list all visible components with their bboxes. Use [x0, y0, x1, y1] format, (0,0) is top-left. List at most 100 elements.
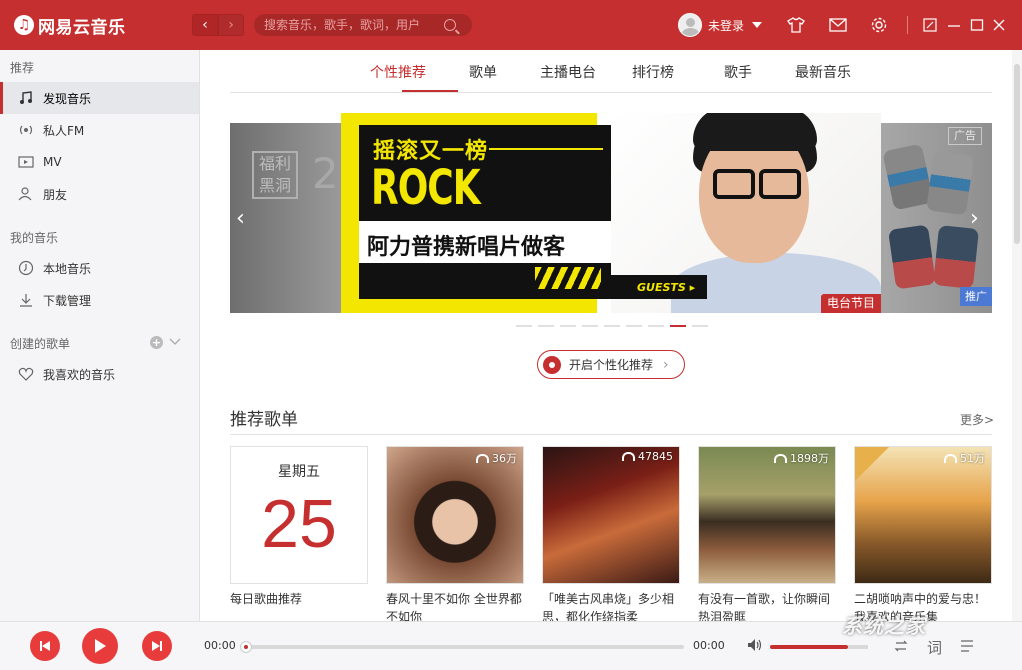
user-menu[interactable]: 未登录	[678, 13, 763, 37]
maximize-icon[interactable]	[967, 15, 987, 35]
play-count: 47845	[622, 450, 673, 463]
search-icon[interactable]	[444, 19, 456, 31]
banner-dot[interactable]	[538, 325, 554, 327]
banner-dot[interactable]	[604, 325, 620, 327]
sidebar-item-liked[interactable]: 我喜欢的音乐	[0, 358, 199, 390]
volume-track[interactable]	[848, 645, 868, 649]
banner-rule	[489, 148, 603, 150]
user-name[interactable]: 未登录	[708, 17, 744, 34]
music-note-icon	[18, 90, 34, 106]
day-number: 25	[261, 486, 337, 562]
playlist-cover[interactable]: 47845	[542, 446, 680, 584]
sidebar-item-fm[interactable]: 私人FM	[0, 114, 199, 146]
sidebar-item-discover[interactable]: 发现音乐	[0, 82, 199, 114]
sidebar-item-friends[interactable]: 朋友	[0, 178, 199, 210]
next-icon	[152, 641, 162, 651]
tab-artists[interactable]: 歌手	[724, 62, 752, 82]
banner-carousel[interactable]: 福利黑洞 2 ‹ › 广告 推广 摇滚又一榜 ROCK N'ROLL	[230, 113, 992, 313]
main-scrollbar[interactable]	[1012, 50, 1022, 621]
avatar[interactable]	[678, 13, 702, 37]
playlist-cover[interactable]: 51万	[854, 446, 992, 584]
banner-guests-label: GUESTS ▸	[611, 275, 707, 299]
minimize-icon[interactable]	[944, 15, 964, 35]
sidebar-item-local[interactable]: 本地音乐	[0, 252, 199, 284]
play-count: 36万	[476, 450, 517, 466]
progress-handle[interactable]	[240, 641, 252, 653]
playlist-card[interactable]: 47845 「唯美古风串烧」多少相思，都化作绕指柔	[542, 446, 680, 621]
chevron-right-icon: ›	[663, 356, 669, 373]
banner-dot-active[interactable]	[670, 325, 686, 327]
lyrics-button[interactable]: 词	[927, 637, 942, 658]
search-box[interactable]	[254, 14, 472, 36]
next-track-button[interactable]	[142, 631, 172, 661]
chevron-down-icon[interactable]	[752, 22, 763, 28]
download-icon	[18, 292, 34, 308]
mail-icon[interactable]	[828, 15, 848, 35]
section-title: 推荐歌单	[230, 410, 298, 430]
playlist-card[interactable]: 36万 春风十里不如你 全世界都不如你	[386, 446, 524, 621]
skin-icon[interactable]	[786, 15, 806, 35]
banner-prev-slide[interactable]: 福利黑洞 2 ‹	[230, 123, 342, 313]
watermark-text: 系统之家	[842, 614, 926, 638]
playlist-title[interactable]: 有没有一首歌，让你瞬间热泪盈眶	[698, 590, 836, 621]
tab-new-music[interactable]: 最新音乐	[795, 62, 851, 82]
close-icon[interactable]	[989, 15, 1009, 35]
chevron-down-icon[interactable]	[169, 335, 181, 349]
more-link[interactable]: 更多>	[960, 411, 994, 428]
sidebar-item-label: 发现音乐	[43, 91, 92, 106]
tab-radio[interactable]: 主播电台	[540, 62, 596, 82]
gear-icon[interactable]	[869, 15, 889, 35]
current-time: 00:00	[204, 639, 236, 652]
tab-personal[interactable]: 个性推荐	[370, 62, 426, 82]
banner-next-slide[interactable]: ›	[880, 123, 992, 313]
chevron-left-icon[interactable]: ‹	[236, 206, 245, 231]
playlist-card[interactable]: 1898万 有没有一首歌，让你瞬间热泪盈眶	[698, 446, 836, 621]
add-playlist-icon[interactable]: +	[150, 335, 163, 349]
sidebar-item-label: 本地音乐	[43, 261, 92, 276]
playlist-title[interactable]: 每日歌曲推荐	[230, 590, 368, 608]
play-count: 1898万	[774, 450, 829, 466]
play-count: 51万	[944, 450, 985, 466]
playlist-cover[interactable]: 36万	[386, 446, 524, 584]
banner-dot[interactable]	[560, 325, 576, 327]
promo-badge: 推广	[960, 287, 992, 306]
volume-icon[interactable]	[747, 638, 763, 655]
playlist-card[interactable]: 51万 二胡唢呐声中的爱与忠！我喜欢的音乐集	[854, 446, 992, 621]
app-logo[interactable]: ♫ 网易云音乐	[14, 13, 190, 38]
forward-button[interactable]: ›	[218, 14, 244, 36]
volume-slider[interactable]	[770, 645, 848, 649]
banner-dot[interactable]	[648, 325, 664, 327]
playlist-icon[interactable]	[960, 639, 978, 656]
playlist-cover[interactable]: 1898万	[698, 446, 836, 584]
tab-charts[interactable]: 排行榜	[632, 62, 674, 82]
local-music-icon	[18, 260, 34, 276]
play-button[interactable]	[82, 628, 118, 664]
mini-mode-icon[interactable]	[920, 15, 940, 35]
sidebar-item-download[interactable]: 下载管理	[0, 284, 199, 316]
chevron-right-icon[interactable]: ›	[970, 206, 979, 231]
daily-calendar[interactable]: 星期五 25	[230, 446, 368, 584]
banner-main-slide[interactable]: 摇滚又一榜 ROCK N'ROLL 阿力普携新唱片做客 GUESTS ▸ 电台节…	[341, 113, 881, 313]
loop-icon[interactable]	[893, 639, 909, 656]
scrollbar-thumb[interactable]	[1014, 64, 1020, 244]
previous-track-button[interactable]	[30, 631, 60, 661]
banner-dot[interactable]	[582, 325, 598, 327]
banner-dot[interactable]	[692, 325, 708, 327]
sidebar-item-mv[interactable]: MV	[0, 146, 199, 178]
main-content: 个性推荐 歌单 主播电台 排行榜 歌手 最新音乐 福利黑洞 2 ‹ › 广告 推…	[200, 50, 1012, 621]
enable-personalization-button[interactable]: 开启个性化推荐 ›	[537, 350, 685, 379]
sidebar-item-label: 朋友	[43, 187, 68, 202]
banner-dot[interactable]	[516, 325, 532, 327]
record-icon	[543, 355, 561, 374]
search-input[interactable]	[264, 18, 444, 32]
divider	[907, 16, 908, 34]
banner-dot[interactable]	[626, 325, 642, 327]
banner-ghost-text: 福利黑洞	[252, 151, 298, 199]
playlist-title[interactable]: 春风十里不如你 全世界都不如你	[386, 590, 524, 621]
playlist-card-daily[interactable]: 星期五 25 每日歌曲推荐	[230, 446, 368, 608]
tab-playlists[interactable]: 歌单	[469, 62, 497, 82]
progress-bar[interactable]	[240, 641, 684, 653]
back-button[interactable]: ‹	[192, 14, 218, 36]
active-tab-indicator	[402, 90, 458, 92]
playlist-title[interactable]: 「唯美古风串烧」多少相思，都化作绕指柔	[542, 590, 680, 621]
